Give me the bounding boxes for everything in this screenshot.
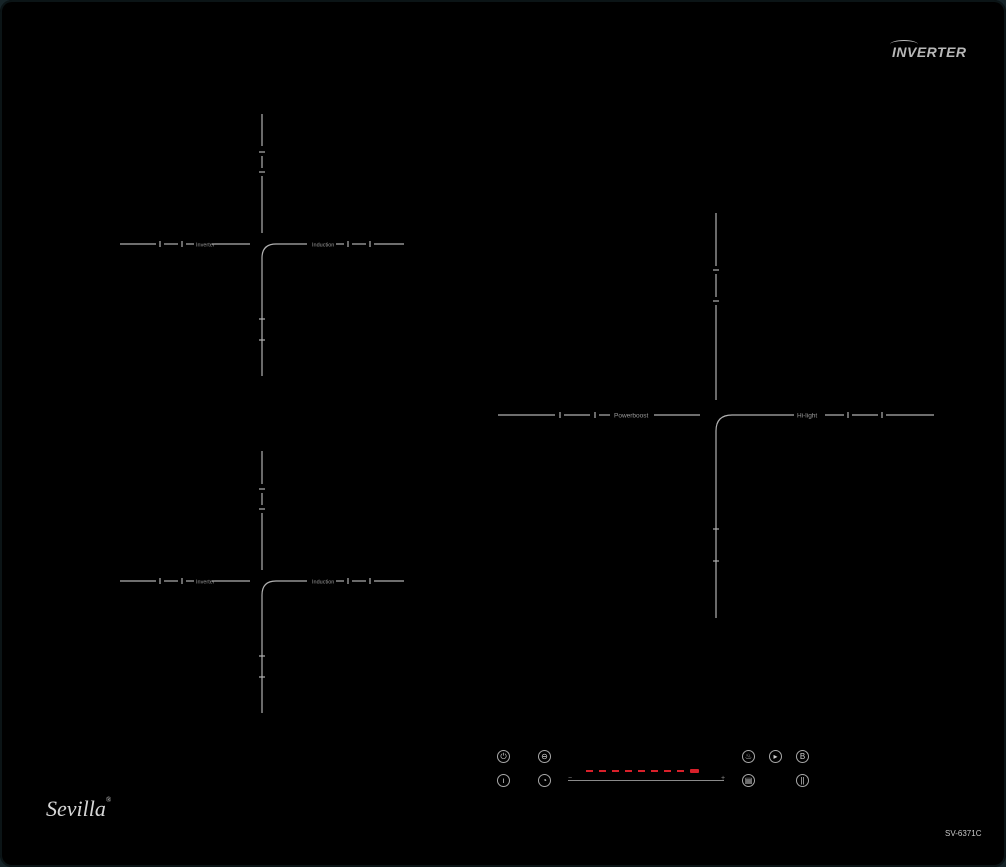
level-segment — [677, 770, 684, 772]
zone-right[interactable] — [498, 213, 934, 618]
zone-top-left-label-left: Inverter — [196, 243, 215, 249]
cooking-zones: Inverter Induction Inverter Induction Po… — [120, 114, 934, 713]
level-segment — [651, 770, 658, 772]
zone-top-left-label-right: Induction — [312, 243, 334, 249]
zone-bottom-left-label-right: Induction — [312, 580, 334, 586]
pause-label: || — [800, 776, 805, 785]
level-segment — [599, 770, 606, 772]
inverter-logo: INVERTER — [890, 40, 967, 60]
pause-button[interactable]: || — [796, 774, 809, 787]
level-segment — [586, 770, 593, 772]
zone-top-left[interactable] — [120, 114, 404, 376]
clock-icon: ◔ — [542, 776, 547, 785]
sevilla-logo-text: Sevilla — [46, 796, 106, 821]
level-segment — [625, 770, 632, 772]
inverter-swoosh-icon — [890, 40, 918, 49]
boost-label: B — [799, 752, 806, 761]
keep-warm-icon: ▤ — [744, 776, 753, 785]
timer-icon: ⊖ — [541, 752, 548, 761]
power-button[interactable]: ⏻ — [497, 750, 510, 763]
cooktop-surface: Inverter Induction Inverter Induction Po… — [0, 0, 1006, 867]
zone-right-label-left: Powerboost — [614, 413, 649, 420]
play-pause-icon: ▸ — [773, 752, 778, 761]
clock-button[interactable]: ◔ — [538, 774, 551, 787]
pot-detect-button[interactable]: ♨ — [742, 750, 755, 763]
child-lock-icon: ı — [502, 776, 505, 785]
power-icon: ⏻ — [500, 752, 507, 761]
model-number: SV-6371C — [945, 829, 982, 838]
zone-bottom-left[interactable] — [120, 451, 404, 713]
slider-max-label: + — [721, 775, 726, 782]
registered-mark: ® — [105, 796, 112, 804]
pot-icon: ♨ — [744, 752, 753, 761]
power-level-slider[interactable]: − + — [568, 764, 728, 786]
slider-min-label: − — [568, 775, 573, 782]
boost-button[interactable]: B — [796, 750, 809, 763]
zone-bottom-left-label-left: Inverter — [196, 580, 215, 586]
play-pause-button[interactable]: ▸ — [769, 750, 782, 763]
level-segment-max — [690, 769, 699, 773]
child-lock-button[interactable]: ı — [497, 774, 510, 787]
slider-track[interactable] — [568, 780, 724, 781]
zone-right-label-right: Hi-light — [797, 413, 817, 420]
level-segment — [664, 770, 671, 772]
level-segment — [612, 770, 619, 772]
sevilla-logo: Sevilla® — [46, 796, 111, 822]
timer-button[interactable]: ⊖ — [538, 750, 551, 763]
keep-warm-button[interactable]: ▤ — [742, 774, 755, 787]
level-segment — [638, 770, 645, 772]
